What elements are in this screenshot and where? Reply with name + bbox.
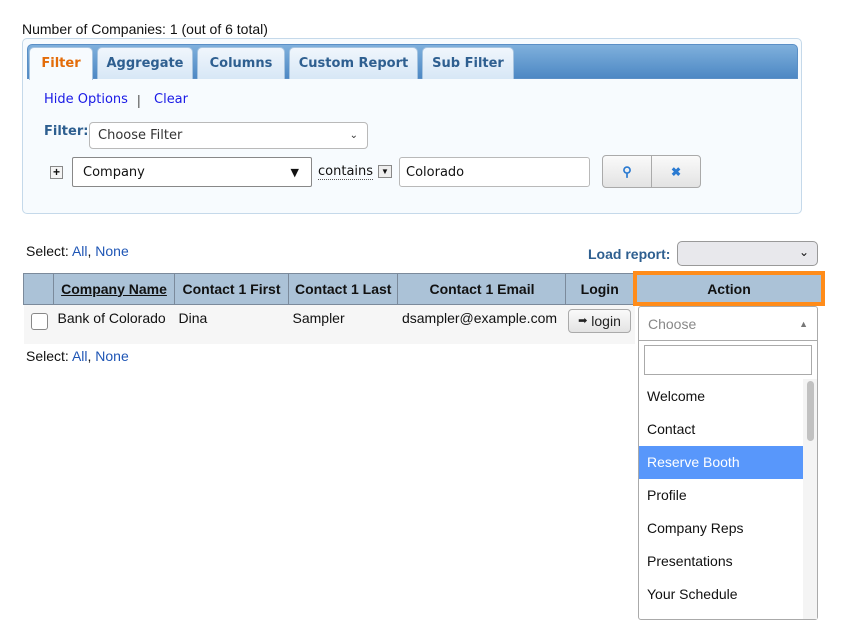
hide-options-link[interactable]: Hide Options (44, 92, 128, 107)
header-contact-email: Contact 1 Email (397, 272, 567, 305)
cell-last: Sampler (288, 304, 398, 344)
option-profile[interactable]: Profile (639, 479, 803, 512)
filter-value-text: Colorado (406, 164, 465, 180)
login-label: login (591, 312, 621, 329)
company-count: Number of Companies: 1 (out of 6 total) (22, 21, 268, 37)
filter-label: Filter: (44, 124, 89, 139)
caret-up-icon: ▲ (799, 319, 808, 329)
operator-label[interactable]: contains (318, 164, 374, 180)
option-company-reps[interactable]: Company Reps (639, 512, 803, 545)
option-welcome[interactable]: Welcome (639, 380, 803, 413)
close-icon: ✖ (670, 164, 682, 179)
filter-field-value: Company (83, 164, 145, 180)
select-label: Select: (26, 348, 69, 364)
header-company-name[interactable]: Company Name (53, 272, 175, 305)
choose-filter-select[interactable]: Choose Filter ⌄ (89, 122, 368, 149)
select-label: Select: (26, 243, 69, 259)
header-action: Action (632, 271, 825, 306)
action-search-input[interactable] (644, 345, 812, 375)
tab-sub-filter[interactable]: Sub Filter (422, 47, 514, 79)
clear-link[interactable]: Clear (154, 92, 188, 107)
select-none-link[interactable]: None (95, 348, 128, 364)
header-login: Login (565, 272, 636, 305)
tab-filter[interactable]: Filter (29, 47, 93, 80)
select-none-link[interactable]: None (95, 243, 128, 259)
clear-filter-button[interactable]: ✖ (651, 155, 701, 188)
login-button[interactable]: ➡ login (567, 308, 631, 333)
operator-dropdown-icon[interactable]: ▼ (378, 165, 392, 178)
filter-value-input[interactable]: Colorado (399, 157, 590, 187)
action-placeholder: Choose (648, 316, 697, 332)
search-icon: ⚲ (622, 163, 632, 179)
caret-down-icon: ▼ (290, 165, 299, 179)
select-top: Select: All, None (26, 243, 129, 259)
option-reserve-booth[interactable]: Reserve Booth (639, 446, 803, 479)
chevron-down-icon: ⌄ (798, 245, 809, 259)
select-all-link[interactable]: All (72, 348, 88, 364)
header-select (23, 272, 54, 305)
filter-field-select[interactable]: Company ▼ (72, 157, 312, 187)
cell-email: dsampler@example.com (397, 304, 566, 344)
option-contact[interactable]: Contact (639, 413, 803, 446)
select-all-link[interactable]: All (72, 243, 88, 259)
table-header-row: Company Name Contact 1 First Contact 1 L… (23, 271, 825, 306)
header-contact-first: Contact 1 First (174, 272, 289, 305)
row-checkbox[interactable] (30, 312, 48, 330)
header-contact-last: Contact 1 Last (287, 272, 399, 305)
select-bottom: Select: All, None (26, 348, 129, 364)
load-report-select[interactable]: ⌄ (677, 241, 818, 266)
cell-company: Bank of Colorado (53, 304, 175, 344)
separator: | (137, 92, 141, 108)
scrollbar-thumb[interactable] (806, 381, 814, 441)
add-filter-plus-icon[interactable]: + (50, 166, 63, 179)
action-select-display[interactable]: Choose ▲ (639, 307, 817, 341)
option-your-schedule[interactable]: Your Schedule (639, 578, 803, 611)
tab-aggregate[interactable]: Aggregate (97, 47, 193, 79)
scrollbar[interactable] (803, 379, 817, 619)
option-presentations[interactable]: Presentations (639, 545, 803, 578)
search-button[interactable]: ⚲ (602, 155, 652, 188)
chevron-down-icon: ⌄ (349, 130, 358, 141)
tab-columns[interactable]: Columns (197, 47, 285, 79)
action-dropdown[interactable]: Choose ▲ Welcome Contact Reserve Booth Pr… (638, 306, 818, 620)
choose-filter-value: Choose Filter (98, 128, 183, 143)
load-report-label: Load report: (588, 246, 671, 262)
cell-first: Dina (174, 304, 289, 344)
sign-in-icon: ➡ (578, 315, 588, 327)
tab-custom-report[interactable]: Custom Report (289, 47, 418, 79)
